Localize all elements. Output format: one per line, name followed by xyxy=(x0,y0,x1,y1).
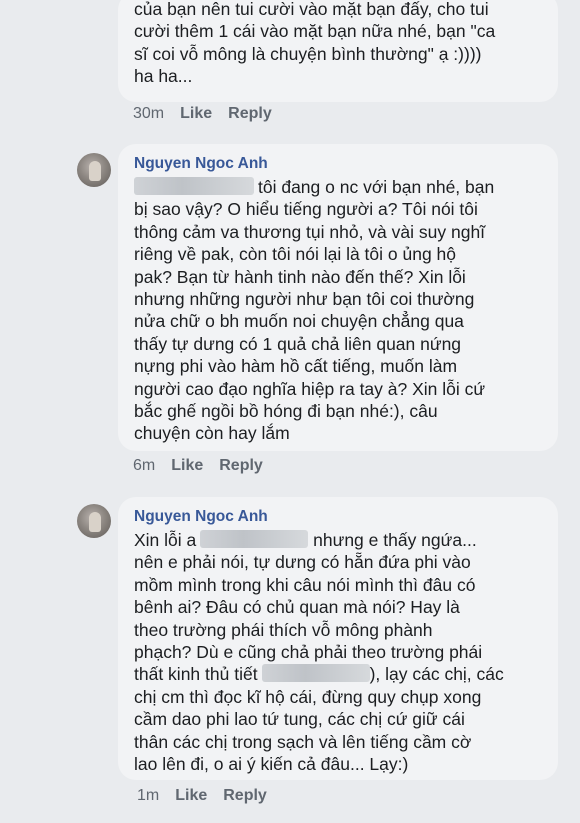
comment-text-body: bị sao vậy? O hiểu tiếng người a? Tôi nó… xyxy=(134,199,486,444)
comment-actions-1: 30m Like Reply xyxy=(133,105,272,123)
comment-actions-2: 6m Like Reply xyxy=(133,457,263,475)
comment-bubble-1: của bạn nên tui cười vào mặt bạn đấy, ch… xyxy=(118,0,558,102)
comment-text: của bạn nên tui cười vào mặt bạn đấy, ch… xyxy=(134,0,496,87)
comment-bubble-2: Nguyen Ngoc Anh tôi đang o nc với bạn nh… xyxy=(118,144,558,451)
comment-thread: của bạn nên tui cười vào mặt bạn đấy, ch… xyxy=(0,0,580,823)
comment-text-line: Xin lỗi a xyxy=(134,530,197,550)
comment-text-line: nhưng e thấy ngứa... xyxy=(313,530,477,550)
comment-text: Xin lỗi a nhưng e thấy ngứa... nên e phả… xyxy=(134,529,542,775)
like-button[interactable]: Like xyxy=(175,787,207,805)
like-button[interactable]: Like xyxy=(180,105,212,123)
comment-text-line: tôi đang o nc với bạn nhé, bạn xyxy=(258,177,495,197)
comment-author[interactable]: Nguyen Ngoc Anh xyxy=(134,507,542,527)
avatar[interactable] xyxy=(77,153,111,187)
redacted-blur xyxy=(134,177,254,195)
comment-text-body: nên e phải nói, tự dưng có hẵn đứa phi v… xyxy=(134,552,483,663)
avatar[interactable] xyxy=(77,504,111,538)
comment-time: 1m xyxy=(137,787,160,804)
comment-text-line: thất kinh thủ tiết xyxy=(134,664,258,685)
reply-button[interactable]: Reply xyxy=(223,787,267,805)
comment-actions-3: 1m Like Reply xyxy=(137,787,267,805)
comment-time: 6m xyxy=(133,457,156,474)
comment-time: 30m xyxy=(133,105,165,122)
comment-bubble-3: Nguyen Ngoc Anh Xin lỗi a nhưng e thấy n… xyxy=(118,497,558,780)
comment-author[interactable]: Nguyen Ngoc Anh xyxy=(134,154,542,174)
reply-button[interactable]: Reply xyxy=(219,457,263,475)
comment-text: tôi đang o nc với bạn nhé, bạn bị sao vậ… xyxy=(134,176,542,445)
comment-text-line: ), lạy các chị, các xyxy=(369,664,504,685)
comment-text-body: chị cm thì đọc kĩ hộ cái, đừng quy chụp … xyxy=(134,686,482,775)
reply-button[interactable]: Reply xyxy=(228,105,272,123)
like-button[interactable]: Like xyxy=(171,457,203,475)
redacted-blur xyxy=(261,664,370,683)
redacted-blur xyxy=(200,530,309,548)
